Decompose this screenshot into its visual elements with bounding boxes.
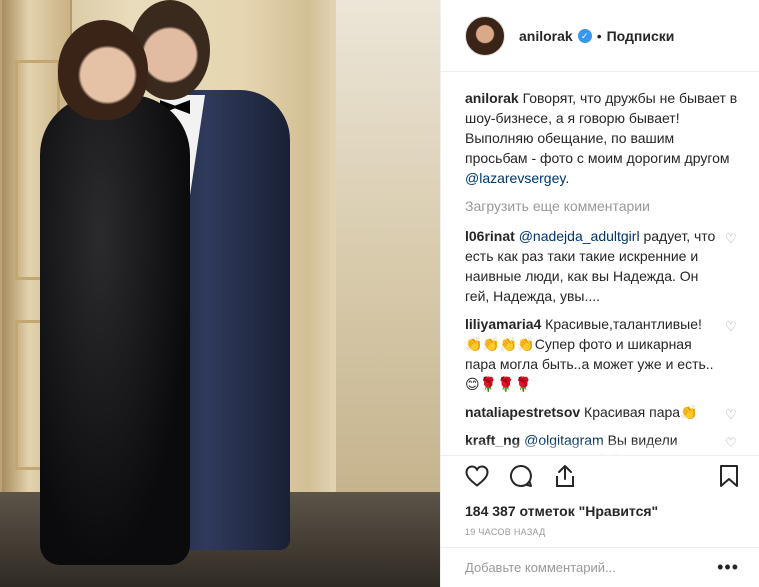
- load-more-comments-button[interactable]: Загрузить еще комментарии: [465, 198, 739, 214]
- instagram-post: anilorak ✓ • Подписки anilorak Говорят, …: [0, 0, 759, 587]
- avatar[interactable]: [465, 15, 505, 56]
- separator-dot: •: [596, 27, 602, 44]
- heart-icon[interactable]: [463, 462, 491, 490]
- comment-username[interactable]: nataliapestretsov: [465, 404, 580, 420]
- comment-icon[interactable]: [507, 462, 535, 490]
- header-username[interactable]: anilorak: [519, 28, 573, 44]
- bookmark-icon[interactable]: [715, 462, 743, 490]
- add-comment-bar: •••: [441, 547, 759, 587]
- photo-mirror: [330, 0, 440, 500]
- list-item: liliyamaria4 Красивые,талантливые! 👏👏👏👏С…: [465, 314, 739, 394]
- more-options-icon[interactable]: •••: [717, 557, 739, 578]
- small-heart-icon[interactable]: ♡: [725, 232, 739, 245]
- share-icon[interactable]: [551, 462, 579, 490]
- small-heart-icon[interactable]: ♡: [725, 408, 739, 421]
- post-header: anilorak ✓ • Подписки: [441, 0, 759, 72]
- post-sidebar: anilorak ✓ • Подписки anilorak Говорят, …: [440, 0, 759, 587]
- verified-badge-icon: ✓: [577, 28, 592, 43]
- small-heart-icon[interactable]: ♡: [725, 320, 739, 333]
- comment-mention[interactable]: @nadejda_adultgirl: [519, 228, 640, 244]
- post-photo[interactable]: [0, 0, 440, 587]
- action-bar: [441, 455, 759, 495]
- comment-username[interactable]: l06rinat: [465, 228, 515, 244]
- caption-username[interactable]: anilorak: [465, 90, 519, 106]
- comment-username[interactable]: liliyamaria4: [465, 316, 541, 332]
- comment-text: Красивая пара👏: [580, 404, 698, 420]
- photo-woman-head: [58, 20, 148, 120]
- list-item: l06rinat @nadejda_adultgirl радует, что …: [465, 226, 739, 306]
- list-item: nataliapestretsov Красивая пара👏 ♡: [465, 402, 739, 422]
- comment-input[interactable]: [465, 560, 718, 575]
- photo-woman-dress: [40, 95, 190, 565]
- caption-mention[interactable]: @lazarevsergey: [465, 170, 565, 186]
- post-timestamp[interactable]: 19 ЧАСОВ НАЗАД: [441, 519, 759, 547]
- comments-list[interactable]: anilorak Говорят, что дружбы не бывает в…: [441, 72, 759, 455]
- follow-button[interactable]: Подписки: [607, 28, 675, 44]
- likes-count[interactable]: 184 387 отметок "Нравится": [441, 495, 759, 519]
- post-caption: anilorak Говорят, что дружбы не бывает в…: [465, 90, 738, 186]
